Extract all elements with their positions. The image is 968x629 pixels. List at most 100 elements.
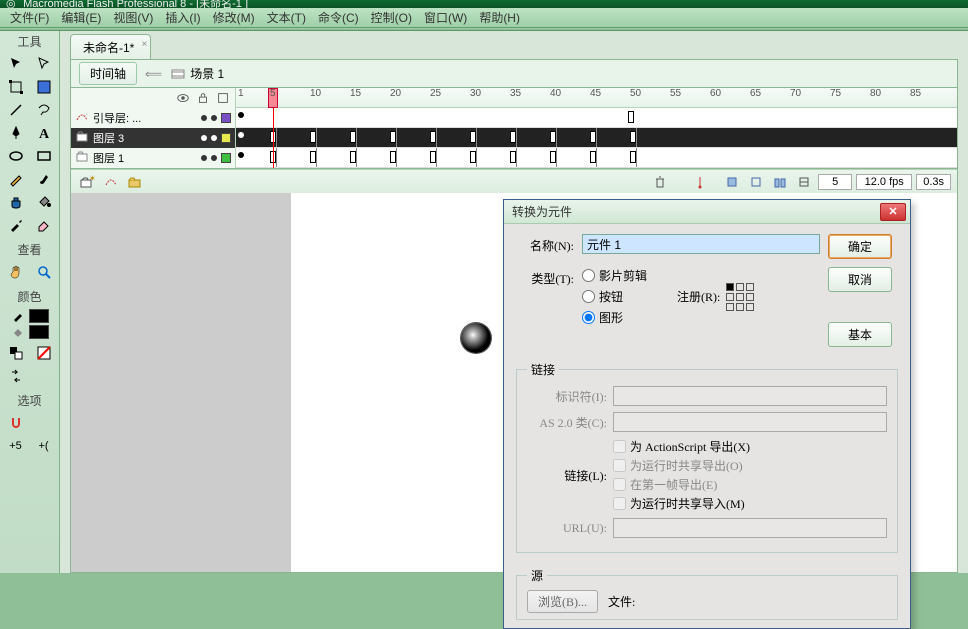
hand-tool[interactable] — [5, 262, 27, 282]
identifier-label: 标识符(I): — [527, 388, 607, 405]
layer-name: 图层 3 — [93, 130, 197, 146]
ink-bottle-tool[interactable] — [5, 192, 27, 212]
lock-dot[interactable] — [211, 135, 217, 141]
new-layer-button[interactable]: ✶ — [77, 173, 97, 191]
zoom-tool[interactable] — [33, 262, 55, 282]
modify-onion-markers-button[interactable] — [794, 173, 814, 191]
no-color-tool[interactable] — [33, 343, 55, 363]
dialog-close-button[interactable]: ✕ — [880, 203, 906, 221]
new-folder-button[interactable] — [125, 173, 145, 191]
onion-skin-outlines-button[interactable] — [746, 173, 766, 191]
layer-row[interactable]: 引导层: ... — [71, 108, 235, 128]
type-radio[interactable]: 影片剪辑 — [582, 267, 647, 284]
black-white-tool[interactable] — [5, 343, 27, 363]
ruler-tick: 20 — [390, 88, 401, 107]
registration-grid[interactable] — [726, 283, 754, 311]
visibility-dot[interactable] — [201, 155, 207, 161]
eyedropper-tool[interactable] — [5, 215, 27, 235]
lock-icon[interactable] — [195, 90, 211, 106]
stroke-color-swatch[interactable] — [29, 309, 49, 323]
pencil-tool[interactable] — [5, 169, 27, 189]
paint-bucket-tool[interactable] — [33, 192, 55, 212]
ruler-tick: 5 — [270, 88, 276, 107]
outline-icon[interactable] — [215, 90, 231, 106]
menu-item[interactable]: 帮助(H) — [473, 8, 526, 28]
menu-item[interactable]: 文件(F) — [4, 8, 55, 28]
linkage-checkbox[interactable]: 为 ActionScript 导出(X) — [613, 438, 887, 455]
menu-item[interactable]: 命令(C) — [312, 8, 365, 28]
option-4[interactable]: +( — [33, 436, 55, 456]
current-frame-field: 5 — [818, 174, 852, 190]
lasso-tool[interactable] — [33, 100, 55, 120]
fill-color-icon — [11, 325, 25, 339]
frame-track[interactable] — [236, 148, 957, 168]
playhead-line — [273, 108, 274, 168]
straighten-option[interactable]: +5 — [5, 436, 27, 456]
lock-dot[interactable] — [211, 155, 217, 161]
type-radio[interactable]: 按钮 — [582, 288, 647, 305]
onion-skin-button[interactable] — [722, 173, 742, 191]
timeline: 引导层: ...图层 3图层 1 15101520253035404550556… — [71, 88, 957, 169]
type-radio[interactable]: 图形 — [582, 309, 647, 326]
fill-color-swatch[interactable] — [29, 325, 49, 339]
type-label: 类型(T): — [516, 267, 574, 287]
gradient-transform-tool[interactable] — [33, 77, 55, 97]
linkage-legend: 链接 — [527, 361, 559, 378]
menu-item[interactable]: 编辑(E) — [55, 8, 107, 28]
outline-color-swatch[interactable] — [221, 113, 231, 123]
menu-item[interactable]: 控制(O) — [365, 8, 418, 28]
document-tab[interactable]: 未命名-1* × — [70, 34, 151, 59]
frame-track[interactable] — [236, 108, 957, 128]
brush-tool[interactable] — [33, 169, 55, 189]
eraser-tool[interactable] — [33, 215, 55, 235]
layer-row[interactable]: 图层 1 — [71, 148, 235, 168]
linkage-checkbox[interactable]: 在第一帧导出(E) — [613, 476, 887, 493]
selection-tool[interactable] — [5, 54, 27, 74]
snap-option[interactable] — [5, 413, 27, 433]
ok-button[interactable]: 确定 — [828, 234, 892, 259]
scene-label[interactable]: 场景 1 — [170, 65, 224, 82]
basic-button[interactable]: 基本 — [828, 322, 892, 347]
smooth-option[interactable] — [33, 413, 55, 433]
menu-item[interactable]: 窗口(W) — [418, 8, 473, 28]
layer-header — [71, 88, 235, 108]
center-frame-button[interactable] — [690, 173, 710, 191]
timeline-toggle-button[interactable]: 时间轴 — [79, 62, 137, 85]
name-input[interactable] — [582, 234, 820, 254]
show-hide-icon[interactable] — [175, 90, 191, 106]
identifier-input — [613, 386, 887, 406]
outline-color-swatch[interactable] — [221, 133, 231, 143]
layer-row[interactable]: 图层 3 — [71, 128, 235, 148]
linkage-checkbox[interactable]: 为运行时共享导入(M) — [613, 495, 887, 512]
edit-multiple-frames-button[interactable] — [770, 173, 790, 191]
frame-ruler[interactable]: 1510152025303540455055606570758085 — [236, 88, 957, 108]
rectangle-tool[interactable] — [33, 146, 55, 166]
lock-dot[interactable] — [211, 115, 217, 121]
visibility-dot[interactable] — [201, 115, 207, 121]
back-arrow-icon[interactable]: ⟸ — [145, 67, 162, 81]
oval-tool[interactable] — [5, 146, 27, 166]
linkage-checkbox[interactable]: 为运行时共享导出(O) — [613, 457, 887, 474]
ruler-tick: 30 — [470, 88, 481, 107]
menu-item[interactable]: 插入(I) — [159, 8, 206, 28]
symbol-instance[interactable] — [461, 323, 491, 353]
text-tool[interactable]: A — [33, 123, 55, 143]
close-tab-icon[interactable]: × — [142, 39, 148, 50]
free-transform-tool[interactable] — [5, 77, 27, 97]
delete-layer-button[interactable] — [650, 173, 670, 191]
swap-colors-tool[interactable] — [5, 366, 27, 386]
subselection-tool[interactable] — [33, 54, 55, 74]
frame-track[interactable] — [236, 128, 957, 148]
line-tool[interactable] — [5, 100, 27, 120]
menu-item[interactable]: 修改(M) — [207, 8, 261, 28]
ruler-tick: 35 — [510, 88, 521, 107]
ruler-tick: 55 — [670, 88, 681, 107]
browse-button[interactable]: 浏览(B)... — [527, 590, 598, 613]
cancel-button[interactable]: 取消 — [828, 267, 892, 292]
pen-tool[interactable] — [5, 123, 27, 143]
menu-item[interactable]: 文本(T) — [261, 8, 312, 28]
visibility-dot[interactable] — [201, 135, 207, 141]
outline-color-swatch[interactable] — [221, 153, 231, 163]
menu-item[interactable]: 视图(V) — [107, 8, 159, 28]
new-guide-layer-button[interactable] — [101, 173, 121, 191]
